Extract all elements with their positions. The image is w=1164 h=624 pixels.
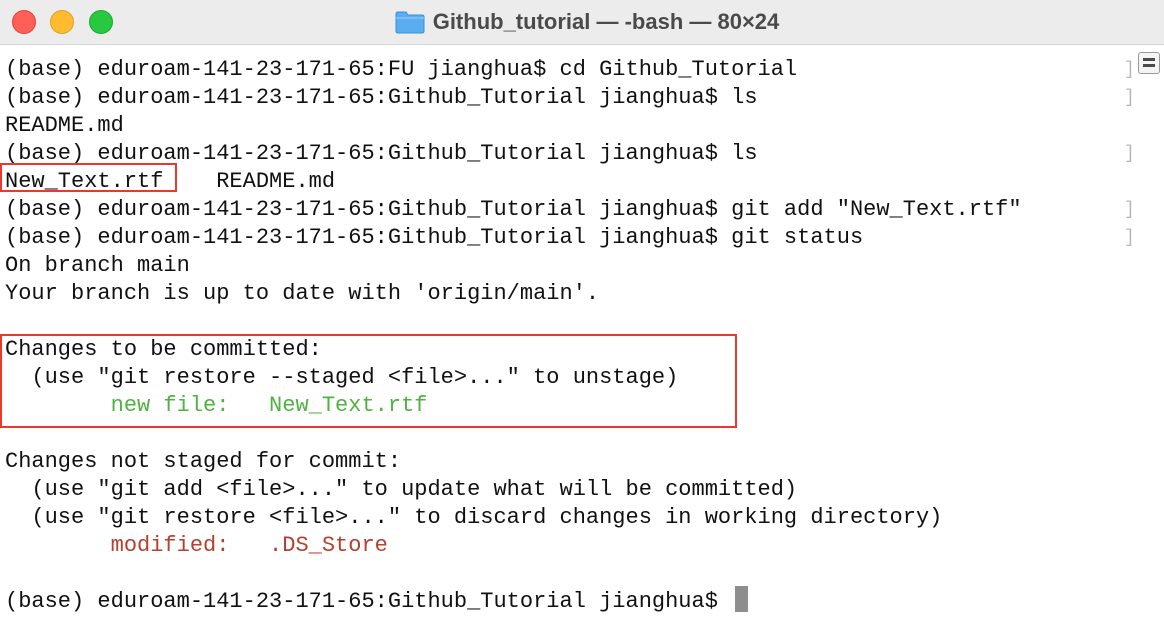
terminal-line: modified: .DS_Store <box>0 532 1130 560</box>
terminal-line: (use "git add <file>..." to update what … <box>0 476 1130 504</box>
text-cursor <box>735 586 749 613</box>
terminal-line-text: (base) eduroam-141-23-171-65:Github_Tuto… <box>5 589 732 614</box>
scroll-marker-bar-top <box>1143 58 1155 61</box>
terminal-window: Github_tutorial — -bash — 80×24 (base) e… <box>0 0 1164 624</box>
scroll-marker-bar-bottom <box>1143 64 1155 67</box>
terminal-line: Changes not staged for commit: <box>0 448 1130 476</box>
terminal-line-text: (use "git add <file>..." to update what … <box>5 477 798 502</box>
window-title: Github_tutorial — -bash — 80×24 <box>432 9 780 34</box>
terminal-line: (base) eduroam-141-23-171-65:Github_Tuto… <box>0 586 1130 616</box>
terminal-line: (base) eduroam-141-23-171-65:Github_Tuto… <box>0 224 1135 252</box>
terminal-line: On branch main <box>0 252 1130 280</box>
terminal-line: (base) eduroam-141-23-171-65:Github_Tuto… <box>0 84 1135 112</box>
line-mark-bracket: ] <box>1124 60 1135 80</box>
terminal-line: (base) eduroam-141-23-171-65:FU jianghua… <box>0 56 1135 84</box>
highlight-box-new-file <box>0 163 177 192</box>
title-group: Github_tutorial — -bash — 80×24 <box>395 9 780 35</box>
terminal-line-text: README.md <box>5 113 124 138</box>
title-container: Github_tutorial — -bash — 80×24 <box>0 0 1164 44</box>
terminal-line-text: (use "git restore <file>..." to discard … <box>5 505 943 530</box>
title-bar[interactable]: Github_tutorial — -bash — 80×24 <box>0 0 1164 45</box>
terminal-line: README.md <box>0 112 1130 140</box>
terminal-line-text: (base) eduroam-141-23-171-65:Github_Tuto… <box>5 225 864 250</box>
line-mark-bracket: ] <box>1124 228 1135 248</box>
highlight-box-staged-changes <box>0 334 737 428</box>
terminal-line-text: (base) eduroam-141-23-171-65:Github_Tuto… <box>5 85 758 110</box>
terminal-line-text: Your branch is up to date with 'origin/m… <box>5 281 600 306</box>
terminal-line-text: (base) eduroam-141-23-171-65:FU jianghua… <box>5 57 798 82</box>
terminal-line-text: On branch main <box>5 253 190 278</box>
scroll-marker-button[interactable] <box>1138 52 1160 74</box>
terminal-line: (use "git restore <file>..." to discard … <box>0 504 1130 532</box>
terminal-line-text: Changes not staged for commit: <box>5 449 402 474</box>
folder-icon <box>395 11 425 34</box>
terminal-line-text: (base) eduroam-141-23-171-65:Github_Tuto… <box>5 197 1022 222</box>
terminal-line-text: modified: .DS_Store <box>5 533 388 558</box>
terminal-line: (base) eduroam-141-23-171-65:Github_Tuto… <box>0 196 1135 224</box>
line-mark-bracket: ] <box>1124 88 1135 108</box>
line-mark-bracket: ] <box>1124 144 1135 164</box>
terminal-line: Your branch is up to date with 'origin/m… <box>0 280 1130 308</box>
line-mark-bracket: ] <box>1124 200 1135 220</box>
